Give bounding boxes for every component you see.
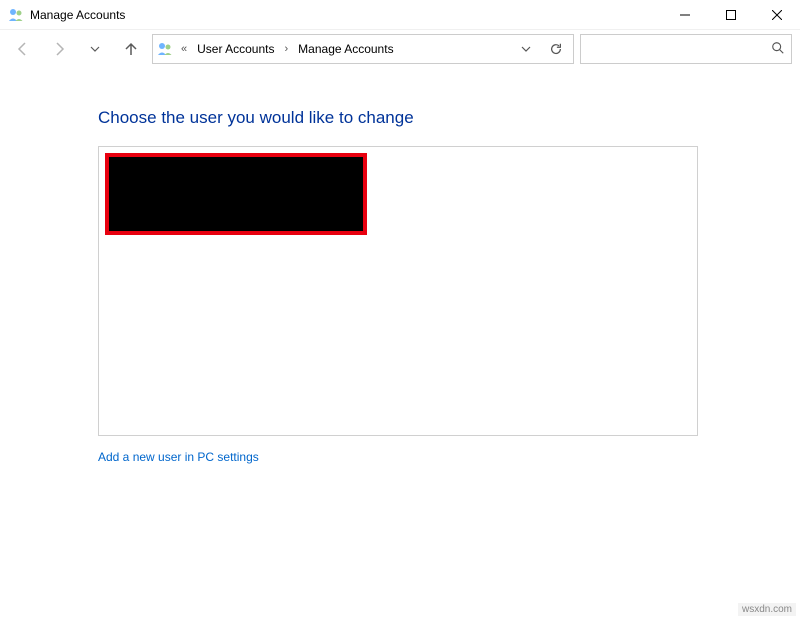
close-button[interactable] — [754, 0, 800, 30]
search-box[interactable] — [580, 34, 792, 64]
titlebar: Manage Accounts — [0, 0, 800, 30]
page-heading: Choose the user you would like to change — [98, 108, 728, 128]
add-new-user-link[interactable]: Add a new user in PC settings — [98, 450, 259, 464]
forward-button[interactable] — [44, 34, 74, 64]
user-accounts-icon — [8, 7, 24, 23]
maximize-button[interactable] — [708, 0, 754, 30]
user-accounts-icon — [157, 41, 175, 57]
window-title: Manage Accounts — [30, 8, 662, 22]
breadcrumb-current[interactable]: Manage Accounts — [294, 40, 397, 58]
recent-dropdown-button[interactable] — [80, 34, 110, 64]
search-icon[interactable] — [771, 41, 785, 58]
window-controls — [662, 0, 800, 30]
address-dropdown-button[interactable] — [513, 36, 539, 62]
refresh-button[interactable] — [543, 36, 569, 62]
content-area: Choose the user you would like to change… — [0, 68, 800, 464]
watermark: wsxdn.com — [738, 603, 796, 616]
chevron-right-icon[interactable]: › — [283, 43, 291, 55]
user-account-tile[interactable] — [105, 153, 367, 235]
up-button[interactable] — [116, 34, 146, 64]
toolbar: « User Accounts › Manage Accounts — [0, 30, 800, 68]
minimize-button[interactable] — [662, 0, 708, 30]
back-button[interactable] — [8, 34, 38, 64]
search-input[interactable] — [587, 42, 771, 56]
address-bar[interactable]: « User Accounts › Manage Accounts — [152, 34, 574, 64]
breadcrumb-root[interactable]: User Accounts — [193, 40, 278, 58]
breadcrumb-overflow[interactable]: « — [179, 43, 189, 55]
user-accounts-list — [98, 146, 698, 436]
